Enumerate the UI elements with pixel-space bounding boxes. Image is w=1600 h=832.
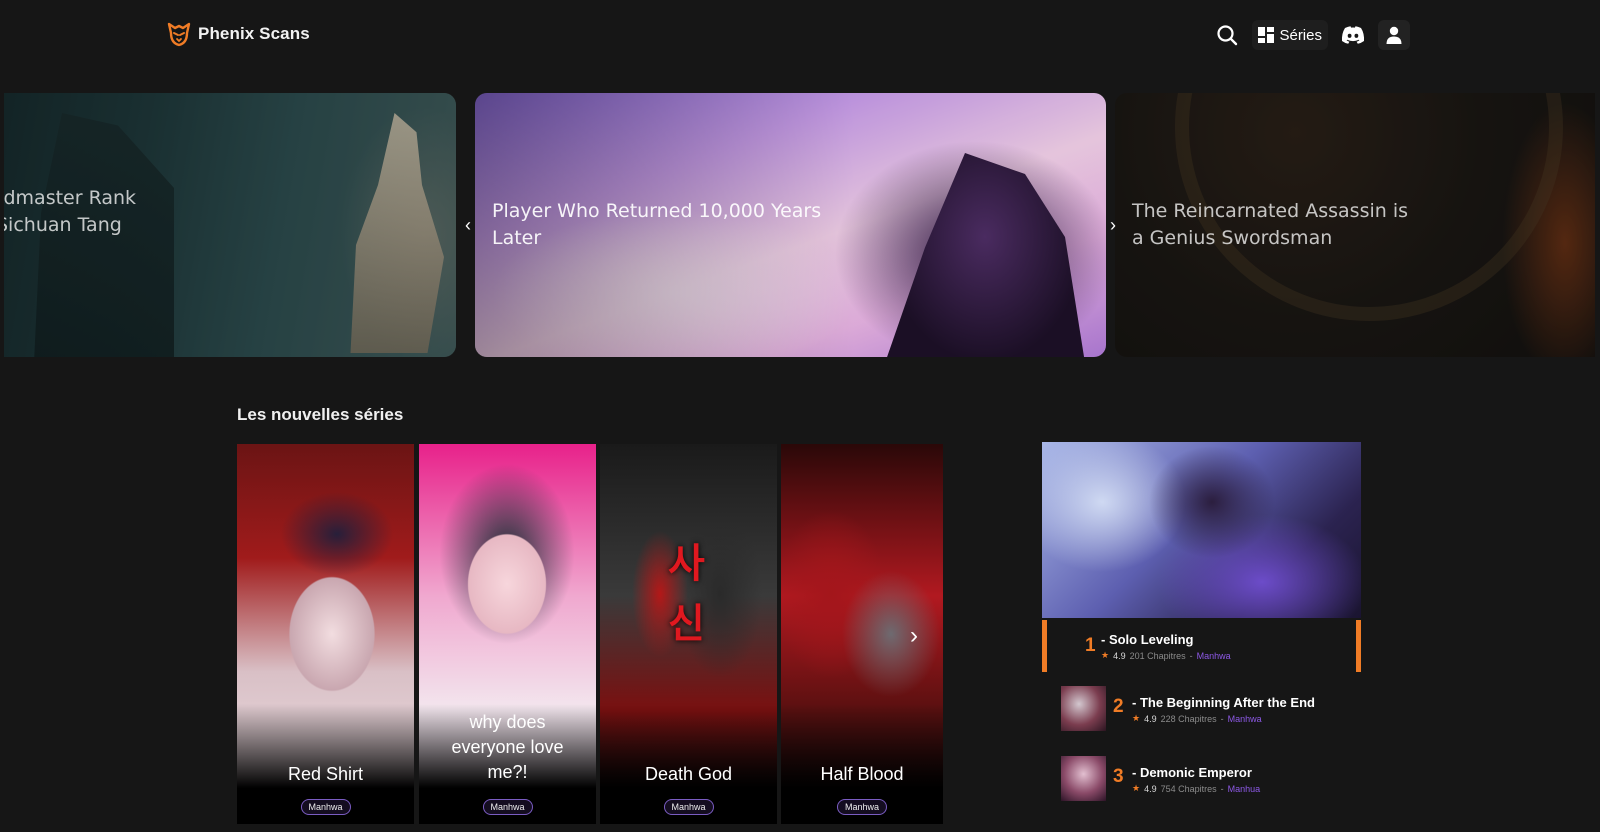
series-title: why does everyone love me?! — [451, 712, 564, 782]
series-type-badge: Manhwa — [663, 799, 714, 815]
top-header: Phenix Scans Séries — [0, 0, 1600, 70]
ranking-item-2[interactable]: 2 - The Beginning After the End ★ 4.9 22… — [1042, 686, 1361, 734]
rank-number: 3 — [1113, 766, 1124, 787]
header-nav: Séries — [1210, 20, 1410, 50]
series-card[interactable]: why does everyone love me?! Manhwa — [419, 444, 596, 824]
series-card[interactable]: 사 신 Death God Manhwa — [600, 444, 777, 824]
meta-separator: - — [1220, 713, 1224, 724]
cover-korean-text: 사 신 — [668, 542, 705, 646]
meta-separator: - — [1220, 783, 1224, 794]
grid-icon — [1258, 27, 1275, 43]
phoenix-logo-icon — [167, 22, 191, 47]
site-logo[interactable]: Phenix Scans — [166, 21, 310, 47]
hero-carousel: rdmaster Rank Sichuan Tang Player Who Re… — [0, 93, 1600, 357]
search-icon — [1217, 25, 1238, 46]
rank-number: 1 — [1085, 635, 1096, 656]
star-icon: ★ — [1101, 650, 1110, 660]
series-button[interactable]: Séries — [1252, 20, 1328, 50]
series-card[interactable]: Red Shirt Manhwa — [237, 444, 414, 824]
hero-slide-active[interactable]: Player Who Returned 10,000 Years Later — [475, 93, 1106, 357]
hero-slide-title: Player Who Returned 10,000 Years Later — [492, 200, 822, 249]
rank-series-title: - Demonic Emperor — [1132, 765, 1252, 780]
rank-rating: 4.9 — [1144, 713, 1157, 724]
search-button[interactable] — [1210, 20, 1244, 50]
rank-type: Manhwa — [1227, 713, 1262, 724]
new-series-carousel: Red Shirt Manhwa why does everyone love … — [237, 444, 943, 824]
rank-meta: ★ 4.9 228 Chapitres - Manhwa — [1132, 713, 1262, 724]
rank-number: 2 — [1113, 696, 1124, 717]
star-icon: ★ — [1132, 713, 1141, 723]
star-icon: ★ — [1132, 783, 1141, 793]
rank-chapters: 228 Chapitres — [1160, 713, 1217, 724]
discord-button[interactable] — [1336, 20, 1370, 50]
rank-rating: 4.9 — [1113, 650, 1126, 661]
series-label: Séries — [1279, 26, 1322, 44]
rank-meta: ★ 4.9 201 Chapitres - Manhwa — [1101, 650, 1231, 661]
user-icon — [1386, 26, 1402, 44]
series-type-badge: Manhwa — [836, 799, 888, 815]
rank-thumbnail — [1061, 756, 1106, 801]
rank-meta: ★ 4.9 754 Chapitres - Manhua — [1132, 783, 1260, 794]
chevron-right-icon[interactable]: › — [903, 622, 925, 650]
rank-chapters: 754 Chapitres — [1160, 783, 1217, 794]
hero-next-arrow-icon[interactable]: › — [1106, 215, 1120, 235]
series-title: Red Shirt — [287, 764, 364, 784]
rank-type: Manhua — [1227, 783, 1261, 794]
hero-slide-title: rdmaster Rank Sichuan Tang — [4, 187, 137, 236]
site-name: Phenix Scans — [198, 24, 310, 43]
new-series-heading: Les nouvelles séries — [237, 405, 404, 424]
series-title: Death God — [644, 764, 733, 784]
rank-thumbnail — [1061, 686, 1106, 731]
account-button[interactable] — [1378, 20, 1410, 50]
series-type-badge: Manhwa — [482, 799, 533, 815]
hero-slide-title: The Reincarnated Assassin is a Genius Sw… — [1132, 200, 1409, 249]
discord-icon — [1341, 26, 1365, 44]
hero-prev-arrow-icon[interactable]: ‹ — [461, 215, 475, 235]
series-type-badge: Manhwa — [300, 799, 351, 815]
ranking-item-1[interactable]: 1 - Solo Leveling ★ 4.9 201 Chapitres - … — [1042, 620, 1361, 672]
top-ranked-cover[interactable] — [1042, 442, 1361, 618]
meta-separator: - — [1189, 650, 1193, 661]
hero-slide-previous[interactable]: rdmaster Rank Sichuan Tang — [4, 93, 456, 357]
rank-series-title: - Solo Leveling — [1101, 632, 1194, 647]
hero-slide-next[interactable]: The Reincarnated Assassin is a Genius Sw… — [1115, 93, 1595, 357]
rank-rating: 4.9 — [1144, 783, 1157, 794]
series-title: Half Blood — [820, 764, 904, 784]
rank-type: Manhwa — [1196, 650, 1231, 661]
rank-series-title: - The Beginning After the End — [1132, 695, 1315, 710]
ranking-item-3[interactable]: 3 - Demonic Emperor ★ 4.9 754 Chapitres … — [1042, 756, 1361, 804]
rank-chapters: 201 Chapitres — [1129, 650, 1186, 661]
